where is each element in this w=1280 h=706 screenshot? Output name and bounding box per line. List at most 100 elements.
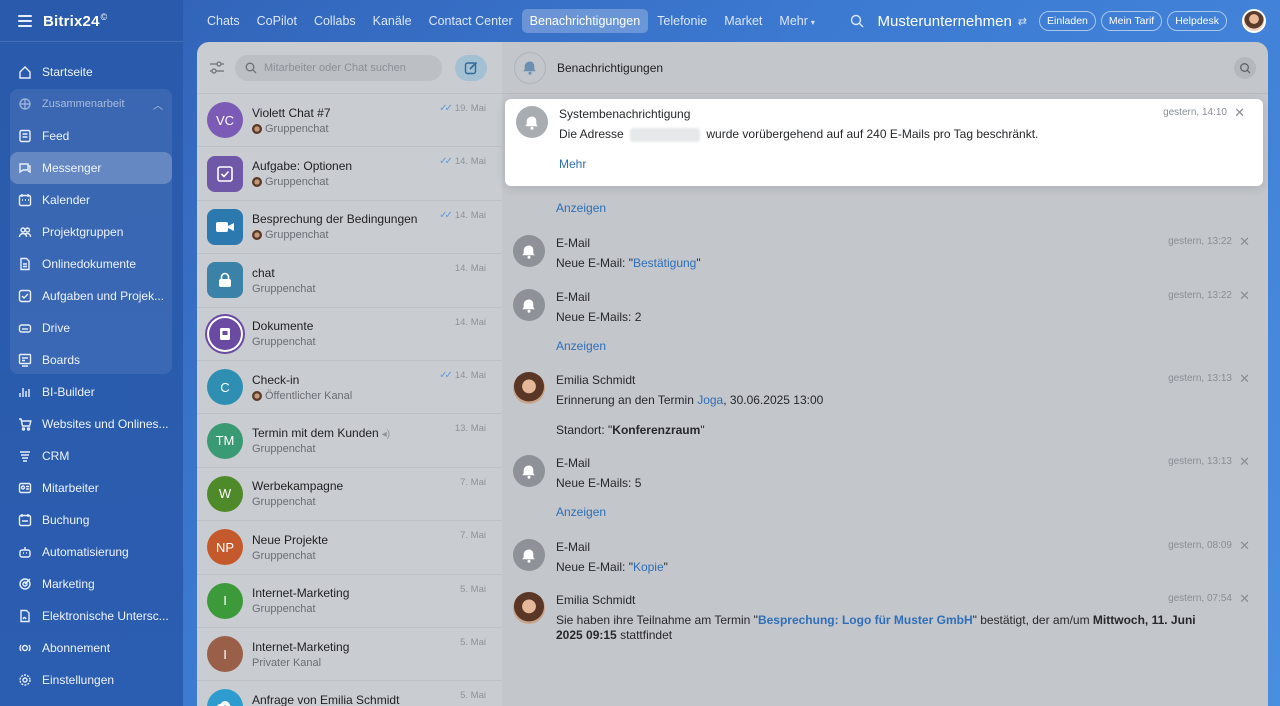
chat-list-item[interactable]: Aufgabe: Optionen Gruppenchat ✓✓ 14. Mai bbox=[197, 147, 502, 201]
avatar-initials: VC bbox=[215, 112, 235, 128]
more-button[interactable]: Mehr bbox=[559, 157, 586, 171]
menu-icon[interactable] bbox=[18, 15, 32, 27]
chat-list-item[interactable]: NP Neue Projekte Gruppenchat 7. Mai bbox=[197, 521, 502, 575]
notification-item[interactable]: E-Mail Neue E-Mails: 5 Anzeigen gestern, 13… bbox=[502, 448, 1268, 519]
tab-mehr[interactable]: Mehr ▾ bbox=[771, 9, 823, 33]
notification-item[interactable]: E-Mail Neue E-Mail: "Bestätigung" gestern,… bbox=[502, 228, 1268, 271]
close-icon[interactable]: ✕ bbox=[1239, 371, 1250, 387]
chat-date: 5. Mai bbox=[460, 583, 486, 595]
filter-icon[interactable] bbox=[209, 60, 225, 75]
chat-search-input[interactable]: Mitarbeiter oder Chat suchen bbox=[235, 54, 442, 81]
chat-list-item[interactable]: VC Violett Chat #7 Gruppenchat ✓✓ 19. Mai bbox=[197, 94, 502, 148]
tab-kanäle[interactable]: Kanäle bbox=[365, 9, 420, 33]
user-avatar[interactable] bbox=[1242, 9, 1266, 33]
notification-item[interactable]: E-Mail Neue E-Mails: 2 Anzeigen gestern, 13… bbox=[502, 282, 1268, 353]
tab-benachrichtigungen[interactable]: Benachrichtigungen bbox=[521, 9, 649, 33]
notification-item[interactable]: Emilia Schmidt Erinnerung an den Termin J… bbox=[502, 365, 1268, 438]
chat-list-item[interactable]: I Internet-Marketing Privater Kanal 5. Mai bbox=[197, 628, 502, 682]
chat-list-item[interactable]: W Werbekampagne Gruppenchat 7. Mai bbox=[197, 468, 502, 522]
notification-item[interactable]: Emilia Schmidt Sie haben ihre Teilnahme a… bbox=[502, 585, 1268, 643]
sidebar-item-mitarbeiter[interactable]: Mitarbeiter bbox=[0, 472, 173, 504]
notification-time: gestern, 13:22 bbox=[1168, 236, 1232, 247]
tab-market[interactable]: Market bbox=[716, 9, 770, 33]
sidebar-item-feed[interactable]: Feed bbox=[0, 120, 173, 152]
sidebar-item-marketing[interactable]: Marketing bbox=[0, 568, 173, 600]
notification-item: Systembenachrichtigung Die Adresse wurde… bbox=[505, 99, 1263, 171]
chat-list-item[interactable]: Dokumente Gruppenchat 14. Mai bbox=[197, 308, 502, 361]
bell-icon bbox=[513, 235, 545, 267]
chat-list-item[interactable]: chat Gruppenchat 14. Mai bbox=[197, 254, 502, 308]
show-button[interactable]: Anzeigen bbox=[556, 339, 606, 353]
notification-link[interactable]: Joga bbox=[697, 393, 723, 407]
tab-telefonie[interactable]: Telefonie bbox=[649, 9, 715, 33]
sidebar-item-drive[interactable]: Drive bbox=[0, 312, 173, 344]
sidebar-item-crm[interactable]: CRM bbox=[0, 440, 173, 472]
notification-title: E-Mail bbox=[556, 456, 591, 470]
tab-label: Chats bbox=[207, 14, 240, 28]
sidebar-item-buchung[interactable]: Buchung bbox=[0, 504, 173, 536]
sidebar-item-kalender[interactable]: Kalender bbox=[0, 184, 173, 216]
compose-button[interactable] bbox=[455, 54, 487, 81]
logo[interactable]: Bitrix24© bbox=[43, 12, 107, 30]
show-button[interactable]: Anzeigen bbox=[556, 201, 606, 215]
sidebar-item-label: Websites und Onlines... bbox=[42, 417, 169, 431]
search-icon bbox=[1240, 62, 1251, 73]
tab-contact-center[interactable]: Contact Center bbox=[421, 9, 521, 33]
show-button[interactable]: Anzeigen bbox=[556, 505, 606, 519]
sidebar-item-websites-und-onlines[interactable]: Websites und Onlines... bbox=[0, 408, 173, 440]
close-icon[interactable]: ✕ bbox=[1239, 288, 1250, 304]
sidebar-item-aufgaben-und-projek[interactable]: Aufgaben und Projek... bbox=[0, 280, 173, 312]
sidebar-item-messenger[interactable]: Messenger bbox=[10, 152, 172, 184]
tab-collabs[interactable]: Collabs bbox=[306, 9, 364, 33]
notification-link[interactable]: Kopie bbox=[633, 560, 664, 574]
sidebar-item-einstellungen[interactable]: Einstellungen bbox=[0, 664, 173, 696]
sidebar-item-elektronische-untersc[interactable]: Elektronische Untersc... bbox=[0, 600, 173, 632]
highlighted-notification[interactable]: Systembenachrichtigung Die Adresse wurde… bbox=[505, 99, 1263, 186]
tab-chats[interactable]: Chats bbox=[199, 9, 248, 33]
chat-avatar: TM bbox=[207, 422, 243, 459]
chat-subtitle: Gruppenchat bbox=[252, 496, 316, 509]
sidebar-item-abonnement[interactable]: Abonnement bbox=[0, 632, 173, 664]
search-notifications-button[interactable] bbox=[1234, 56, 1256, 79]
chat-subtitle: Öffentlicher Kanal bbox=[252, 390, 502, 402]
sidebar-item-label: Zusammenarbeit bbox=[42, 98, 125, 110]
close-icon[interactable]: ✕ bbox=[1239, 234, 1250, 250]
bell-icon bbox=[516, 106, 548, 138]
sidebar-item-automatisierung[interactable]: Automatisierung bbox=[0, 536, 173, 568]
notification-title: E-Mail bbox=[556, 290, 591, 304]
sidebar-item-projektgruppen[interactable]: Projektgruppen bbox=[0, 216, 173, 248]
chat-list-item[interactable]: Anfrage von Emilia SchmidtGruppenchat5. … bbox=[197, 681, 502, 706]
sidebar-item-zusammenarbeit[interactable]: Zusammenarbeit ︿ bbox=[0, 88, 173, 120]
sidebar-item-startseite[interactable]: Startseite bbox=[0, 56, 173, 88]
chat-list-item[interactable]: Besprechung der Bedingungen Gruppenchat ✓✓… bbox=[197, 201, 502, 255]
search-icon[interactable] bbox=[850, 14, 864, 28]
invite-button[interactable]: Einladen bbox=[1039, 11, 1096, 31]
chat-subtitle: Gruppenchat bbox=[252, 229, 502, 241]
chat-list-item[interactable]: C Check-in Öffentlicher Kanal ✓✓ 14. Mai bbox=[197, 361, 502, 415]
notification-link[interactable]: Bestätigung bbox=[633, 256, 696, 270]
close-icon[interactable]: ✕ bbox=[1239, 454, 1250, 470]
close-icon[interactable]: ✕ bbox=[1239, 591, 1250, 607]
tab-copilot[interactable]: CoPilot bbox=[249, 9, 305, 33]
notification-item[interactable]: E-Mail Neue E-Mail: "Kopie" gestern, 08:09… bbox=[502, 532, 1268, 575]
switch-icon[interactable]: ⇄ bbox=[1018, 15, 1027, 28]
close-icon[interactable]: ✕ bbox=[1239, 538, 1250, 554]
chat-list-item[interactable]: I Internet-Marketing Gruppenchat 5. Mai bbox=[197, 575, 502, 628]
plan-button[interactable]: Mein Tarif bbox=[1100, 11, 1163, 31]
company-name[interactable]: Musterunternehmen bbox=[878, 13, 1012, 30]
chevron-up-icon[interactable]: ︿ bbox=[153, 97, 163, 112]
sidebar-item-label: Boards bbox=[42, 353, 81, 367]
crm-icon bbox=[18, 449, 32, 463]
chat-list-item[interactable]: TM Termin mit dem Kunden ◂) Gruppenchat 13. … bbox=[197, 414, 502, 468]
chat-list-panel: Mitarbeiter oder Chat suchen VC Violett C… bbox=[197, 42, 502, 706]
close-icon[interactable]: ✕ bbox=[1234, 105, 1245, 121]
sidebar-item-boards[interactable]: Boards bbox=[0, 344, 173, 376]
tab-label: Contact Center bbox=[428, 14, 513, 28]
sidebar-item-onlinedokumente[interactable]: Onlinedokumente bbox=[0, 248, 173, 280]
tab-label: Benachrichtigungen bbox=[529, 14, 641, 28]
avatar-initials: I bbox=[223, 646, 227, 662]
chat-date: 7. Mai bbox=[460, 530, 486, 542]
sidebar-item-bi-builder[interactable]: BI-Builder bbox=[0, 376, 173, 408]
helpdesk-button[interactable]: Helpdesk bbox=[1167, 11, 1227, 31]
tab-label: Kanäle bbox=[372, 14, 412, 28]
